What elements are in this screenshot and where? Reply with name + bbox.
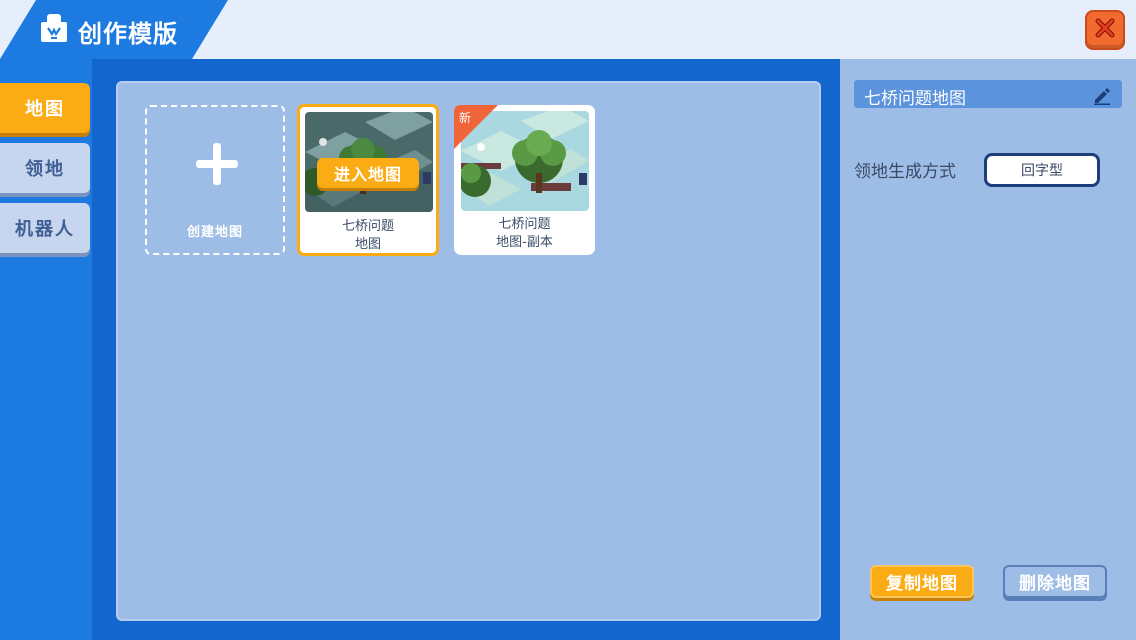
- edit-icon[interactable]: [1092, 85, 1112, 105]
- tab-territory[interactable]: 领地: [0, 143, 90, 193]
- new-badge-text: 新: [459, 111, 472, 125]
- map-name-line1: 七桥问题: [341, 219, 394, 234]
- copy-map-button[interactable]: 复制地图: [870, 565, 974, 598]
- close-button[interactable]: [1085, 10, 1125, 50]
- map-card[interactable]: 新 七桥问题 地图-副本: [454, 105, 595, 255]
- lightbulb-icon: [38, 12, 70, 44]
- enter-map-button[interactable]: 进入地图: [317, 158, 419, 188]
- close-icon: [1093, 16, 1117, 44]
- details-panel: [840, 59, 1136, 640]
- map-name-line2: 地图: [354, 237, 381, 252]
- new-badge: 新: [454, 105, 498, 149]
- delete-map-button[interactable]: 删除地图: [1003, 565, 1107, 598]
- create-map-card[interactable]: 创建地图: [145, 105, 285, 255]
- tab-robot[interactable]: 机器人: [0, 203, 90, 253]
- create-map-label: 创建地图: [186, 225, 243, 240]
- map-name-line1: 七桥问题: [498, 217, 551, 232]
- plus-icon: [192, 139, 242, 189]
- generation-mode-select[interactable]: 回字型: [984, 153, 1100, 187]
- page-title: 创作模版: [78, 20, 178, 48]
- map-name-field[interactable]: 七桥问题地图: [854, 80, 1122, 109]
- map-name-value: 七桥问题地图: [864, 89, 966, 109]
- tab-map[interactable]: 地图: [0, 83, 90, 133]
- generation-mode-label: 领地生成方式: [854, 162, 956, 182]
- map-name-line2: 地图-副本: [496, 235, 553, 250]
